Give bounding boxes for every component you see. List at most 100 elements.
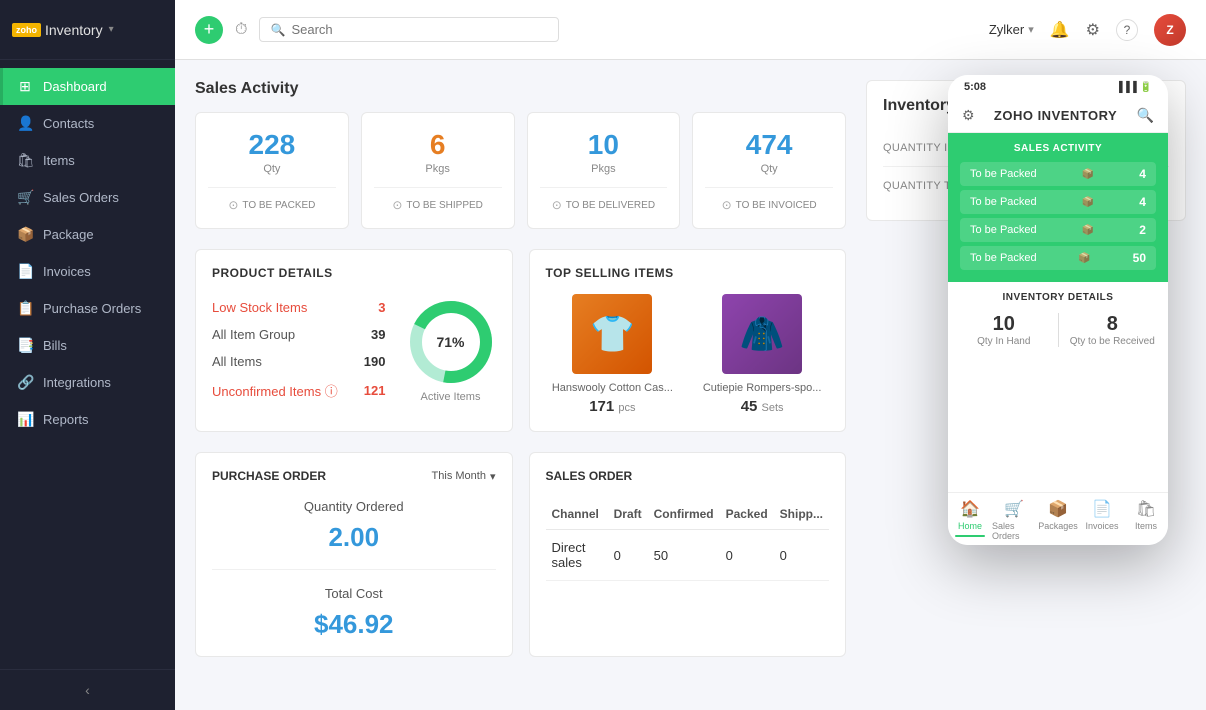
purchase-orders-icon: 📋 [17,300,33,317]
mobile-nav-items[interactable]: 🛍 Items [1124,499,1168,541]
collapse-icon[interactable]: ‹ [85,682,90,698]
mobile-nav-indicator [955,535,985,537]
mobile-overlay: 5:08 ▐▐▐ 🔋 ⚙ ZOHO INVENTORY 🔍 SALES ACTI… [948,75,1168,545]
po-title: PURCHASE ORDER [212,469,326,483]
mobile-nav-so-label: Sales Orders [992,521,1036,541]
so-channel: Direct sales [546,530,608,581]
sidebar-item-invoices[interactable]: 📄 Invoices [0,253,175,290]
delivered-footer-icon: ⊙ [552,198,562,212]
mobile-inv-divider [1058,313,1059,347]
notification-icon[interactable]: 🔔 [1050,20,1070,40]
invoiced-qty: 474 [705,129,833,161]
sidebar-item-items[interactable]: 🛍 Items [0,142,175,179]
so-draft: 0 [608,530,648,581]
sidebar-item-sales-orders[interactable]: 🛒 Sales Orders [0,179,175,216]
package-icon: 📦 [17,226,33,243]
sidebar-item-contacts[interactable]: 👤 Contacts [0,105,175,142]
shipped-qty: 6 [374,129,502,161]
mobile-status-bar: 5:08 ▐▐▐ 🔋 [948,75,1168,99]
unconfirmed-value: 121 [364,383,386,398]
packed-unit: Qty [208,163,336,175]
sidebar-item-label: Contacts [43,116,94,131]
shipped-footer-icon: ⊙ [392,198,402,212]
mobile-search-icon[interactable]: 🔍 [1137,107,1154,124]
mobile-activity-row-3[interactable]: To be Packed 📦 2 [960,218,1156,242]
mobile-inv-details: INVENTORY DETAILS 10 Qty In Hand 8 Qty t… [948,282,1168,357]
user-chevron: ▾ [1028,23,1034,36]
mobile-nav-packages[interactable]: 📦 Packages [1036,499,1080,541]
mobile-activity-label-3: To be Packed [970,224,1037,236]
sidebar-item-dashboard[interactable]: ⊞ Dashboard [0,68,175,105]
dashboard-icon: ⊞ [17,78,33,95]
sidebar-item-label: Items [43,153,75,168]
product-chart-area: Low Stock Items 3 All Item Group 39 All … [212,294,496,406]
donut-label: 71% [436,334,464,350]
sidebar-item-reports[interactable]: 📊 Reports [0,401,175,438]
user-avatar[interactable]: Z [1154,14,1186,46]
product-row-item-group[interactable]: All Item Group 39 [212,321,386,348]
item-group-value: 39 [371,327,385,342]
product-row-all-items[interactable]: All Items 190 [212,348,386,375]
history-button[interactable]: ⏱ [235,21,247,39]
user-info[interactable]: Zylker ▾ [989,22,1034,37]
mobile-activity-value-3: 2 [1139,223,1146,237]
mobile-app-header: ⚙ ZOHO INVENTORY 🔍 [948,99,1168,133]
mobile-inv-title: INVENTORY DETAILS [960,292,1156,303]
mobile-qty-hand-label: Qty In Hand [960,336,1048,347]
mobile-signal: ▐▐▐ 🔋 [1116,82,1152,93]
app-title-chevron[interactable]: ▾ [109,24,114,35]
product-row-unconfirmed[interactable]: Unconfirmed Items ⓘ 121 [212,375,386,406]
settings-icon[interactable]: ⚙ [1086,20,1100,40]
mobile-activity-row-1[interactable]: To be Packed 📦 4 [960,162,1156,186]
mobile-sales-activity: SALES ACTIVITY To be Packed 📦 4 To be Pa… [948,133,1168,282]
mobile-nav-sales-orders[interactable]: 🛒 Sales Orders [992,499,1036,541]
product-row-low-stock[interactable]: Low Stock Items 3 [212,294,386,321]
selling-item-1[interactable]: 👕 Hanswooly Cotton Cas... 171 pcs [546,294,680,415]
mobile-nav-home[interactable]: 🏠 Home [948,499,992,541]
sidebar-nav: ⊞ Dashboard 👤 Contacts 🛍 Items 🛒 Sales O… [0,60,175,669]
add-button[interactable]: + [195,16,223,44]
sidebar-item-label: Invoices [43,264,91,279]
selling-item-1-qty: 171 pcs [546,398,680,415]
mobile-gear-icon[interactable]: ⚙ [962,107,975,124]
mobile-activity-row-4[interactable]: To be Packed 📦 50 [960,246,1156,270]
mobile-qty-receive: 8 Qty to be Received [1069,313,1157,347]
sidebar-item-integrations[interactable]: 🔗 Integrations [0,364,175,401]
activity-card-delivered[interactable]: 10 Pkgs ⊙ TO BE DELIVERED [527,112,681,229]
activity-card-packed[interactable]: 228 Qty ⊙ TO BE PACKED [195,112,349,229]
sidebar-item-bills[interactable]: 📑 Bills [0,327,175,364]
sidebar-item-label: Sales Orders [43,190,119,205]
mobile-activity-label-4: To be Packed [970,252,1037,264]
activity-card-shipped[interactable]: 6 Pkgs ⊙ TO BE SHIPPED [361,112,515,229]
invoiced-footer-icon: ⊙ [722,198,732,212]
po-divider [212,569,496,570]
search-bar[interactable]: 🔍 [259,17,559,42]
mobile-nav-items-label: Items [1135,521,1157,531]
so-col-channel: Channel [546,499,608,530]
mobile-activity-row-2[interactable]: To be Packed 📦 4 [960,190,1156,214]
mobile-nav-pkg-label: Packages [1038,521,1078,531]
sales-order-card: SALES ORDER Channel Draft Confirmed Pack… [529,452,847,657]
selling-item-2[interactable]: 🧥 Cutiepie Rompers-spo... 45 Sets [695,294,829,415]
sidebar-item-package[interactable]: 📦 Package [0,216,175,253]
bills-icon: 📑 [17,337,33,354]
so-packed: 0 [720,530,774,581]
help-icon[interactable]: ? [1116,19,1138,41]
sales-orders-icon: 🛒 [17,189,33,206]
active-items-label: Active Items [421,391,481,403]
packed-footer: ⊙ TO BE PACKED [208,187,336,212]
mobile-inv-stats: 10 Qty In Hand 8 Qty to be Received [960,313,1156,347]
low-stock-label: Low Stock Items [212,300,307,315]
donut-chart: 71% [406,297,496,387]
po-filter[interactable]: This Month ▾ [432,470,496,483]
mobile-nav-invoices[interactable]: 📄 Invoices [1080,499,1124,541]
po-qty-value: 2.00 [212,522,496,553]
invoiced-footer-label: TO BE INVOICED [736,200,817,211]
sidebar-collapse[interactable]: ‹ [0,669,175,710]
search-input[interactable] [291,22,548,37]
so-row[interactable]: Direct sales 0 50 0 0 [546,530,830,581]
activity-card-invoiced[interactable]: 474 Qty ⊙ TO BE INVOICED [692,112,846,229]
delivered-qty: 10 [540,129,668,161]
app-title: Inventory [45,22,103,38]
sidebar-item-purchase-orders[interactable]: 📋 Purchase Orders [0,290,175,327]
